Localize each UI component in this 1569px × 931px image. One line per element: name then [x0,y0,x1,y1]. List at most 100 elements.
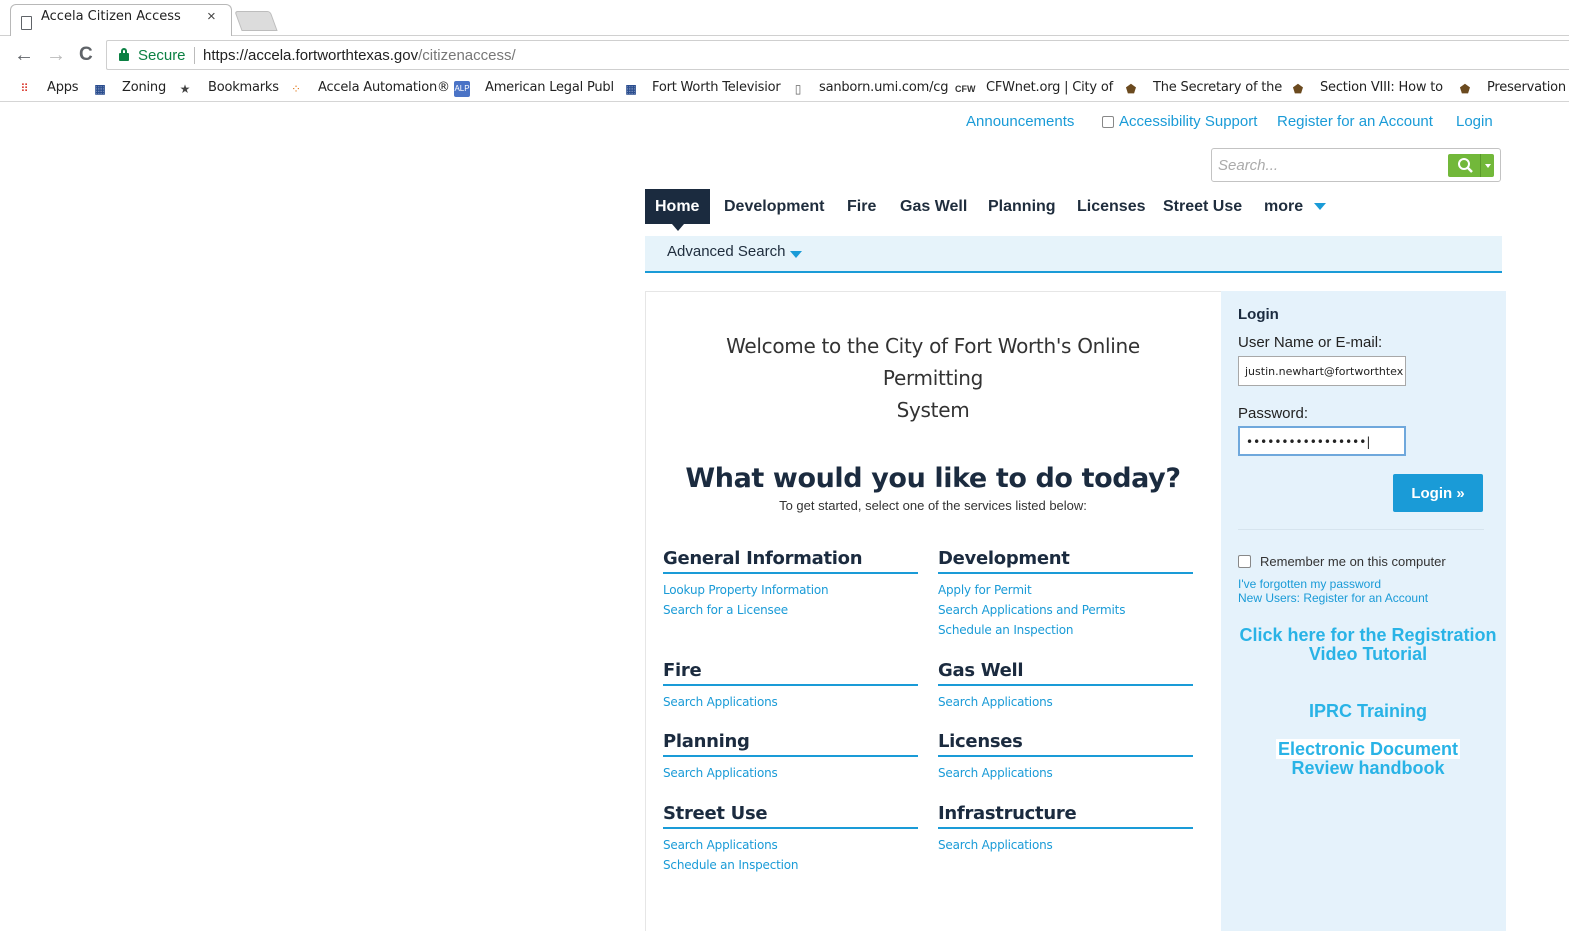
chevron-down-icon[interactable] [790,251,802,258]
bookmarks-bar: ⠿ Apps ▦ Zoning ★ Bookmarks ⁘ Accela Aut… [0,76,1569,102]
gas-well-search-applications-link[interactable]: Search Applications [938,692,1193,712]
secure-label: Secure [138,47,186,64]
service-title: Development [938,548,1193,574]
service-title: Licenses [938,731,1193,757]
back-arrow-icon[interactable]: ← [14,44,34,67]
service-street-use: Street Use Search Applications Schedule … [663,803,918,875]
search-button-divider [1480,154,1481,177]
electronic-document-review-link[interactable]: Electronic Document Review handbook [1232,739,1504,778]
nav-development[interactable]: Development [724,198,824,216]
page-title: What would you like to do today? [685,463,1181,494]
service-title: Infrastructure [938,803,1193,829]
nps-icon: ⬟ [1459,82,1471,96]
cfw-icon: CFW [955,84,976,94]
chevron-down-icon[interactable] [1314,203,1326,210]
service-title: Fire [663,660,918,686]
service-development: Development Apply for Permit Search Appl… [938,548,1193,640]
remember-me-checkbox[interactable] [1238,555,1251,568]
nav-street-use[interactable]: Street Use [1163,198,1242,216]
service-licenses: Licenses Search Applications [938,731,1193,783]
registration-video-link[interactable]: Click here for the Registration Video Tu… [1232,626,1504,664]
accela-icon: ⁘ [290,82,302,96]
lookup-property-link[interactable]: Lookup Property Information [663,580,918,600]
password-label: Password: [1238,405,1309,422]
nav-home-pointer [672,224,684,231]
accessibility-checkbox[interactable] [1102,116,1114,128]
apply-permit-link[interactable]: Apply for Permit [938,580,1193,600]
fire-search-applications-link[interactable]: Search Applications [663,692,918,712]
remember-me-label: Remember me on this computer [1260,554,1446,569]
url-text: https://accela.fortworthtexas.gov/citize… [203,47,516,64]
omnibox-divider [194,47,195,64]
alp-icon: ALP [454,81,470,97]
address-bar[interactable]: Secure https://accela.fortworthtexas.gov… [106,40,1569,70]
bookmark-section-viii[interactable]: Section VIII: How to [1320,80,1443,95]
nav-fire[interactable]: Fire [847,198,876,216]
accessibility-link[interactable]: Accessibility Support [1119,113,1257,130]
star-icon: ★ [179,82,191,96]
login-side-panel [1221,291,1506,931]
service-general-information: General Information Lookup Property Info… [663,548,918,620]
planning-search-applications-link[interactable]: Search Applications [663,763,918,783]
nav-home[interactable]: Home [655,198,699,216]
lock-icon [119,48,129,61]
search-input[interactable] [1218,155,1438,175]
fw-logo-icon: ▦ [625,82,637,96]
login-button[interactable]: Login » [1393,474,1483,512]
page-icon [21,16,32,30]
service-title: Street Use [663,803,918,829]
bookmark-preservation[interactable]: Preservation [1487,80,1566,95]
service-title: General Information [663,548,918,574]
service-title: Gas Well [938,660,1193,686]
nav-planning[interactable]: Planning [988,198,1056,216]
bookmark-secretary[interactable]: The Secretary of the [1153,80,1282,95]
new-tab-button[interactable] [234,11,278,31]
fw-logo-icon: ▦ [94,82,106,96]
advanced-search-menu[interactable]: Advanced Search [667,243,785,260]
nav-gas-well[interactable]: Gas Well [900,198,967,216]
search-applications-permits-link[interactable]: Search Applications and Permits [938,600,1193,620]
bookmark-fort-worth-tv[interactable]: Fort Worth Televisior [652,80,781,95]
username-label: User Name or E-mail: [1238,334,1383,351]
apps-grid-icon: ⠿ [20,83,28,95]
service-title: Planning [663,731,918,757]
tab-title: Accela Citizen Access [41,9,181,24]
login-link[interactable]: Login [1456,113,1493,130]
forward-arrow-icon[interactable]: → [46,44,66,67]
street-use-search-applications-link[interactable]: Search Applications [663,835,918,855]
service-planning: Planning Search Applications [663,731,918,783]
bookmark-american-legal[interactable]: American Legal Publ [485,80,614,95]
password-field[interactable]: •••••••••••••••••| [1238,426,1406,456]
nav-licenses[interactable]: Licenses [1077,198,1145,216]
search-dropdown-caret-icon[interactable] [1485,164,1491,168]
new-users-register-link[interactable]: New Users: Register for an Account [1238,591,1428,605]
nps-icon: ⬟ [1125,82,1137,96]
service-infrastructure: Infrastructure Search Applications [938,803,1193,855]
username-field[interactable]: justin.newhart@fortworthtex [1238,356,1406,386]
announcements-link[interactable]: Announcements [966,113,1074,130]
register-link[interactable]: Register for an Account [1277,113,1433,130]
service-gas-well: Gas Well Search Applications [938,660,1193,712]
forgot-password-link[interactable]: I've forgotten my password [1238,577,1381,591]
street-use-schedule-inspection-link[interactable]: Schedule an Inspection [663,855,918,875]
reload-icon[interactable]: C [79,44,93,66]
bookmark-cfwnet[interactable]: CFWnet.org | City of [986,80,1113,95]
tab-close-icon[interactable]: × [207,8,216,25]
bookmark-apps[interactable]: Apps [47,80,79,95]
service-fire: Fire Search Applications [663,660,918,712]
bookmark-bookmarks[interactable]: Bookmarks [208,80,279,95]
schedule-inspection-link[interactable]: Schedule an Inspection [938,620,1193,640]
browser-tab-strip: Accela Citizen Access × [0,0,1569,36]
nav-more[interactable]: more [1264,198,1303,216]
search-icon [1458,158,1473,173]
welcome-heading: Welcome to the City of Fort Worth's Onli… [726,334,1140,422]
bookmark-zoning[interactable]: Zoning [122,80,166,95]
bookmark-sanborn[interactable]: sanborn.umi.com/cg [819,80,948,95]
search-licensee-link[interactable]: Search for a Licensee [663,600,918,620]
licenses-search-applications-link[interactable]: Search Applications [938,763,1193,783]
bookmark-accela[interactable]: Accela Automation® [318,80,450,95]
nps-icon: ⬟ [1292,82,1304,96]
iprc-training-link[interactable]: IPRC Training [1232,702,1504,721]
infrastructure-search-applications-link[interactable]: Search Applications [938,835,1193,855]
page-subtitle: To get started, select one of the servic… [779,498,1087,513]
